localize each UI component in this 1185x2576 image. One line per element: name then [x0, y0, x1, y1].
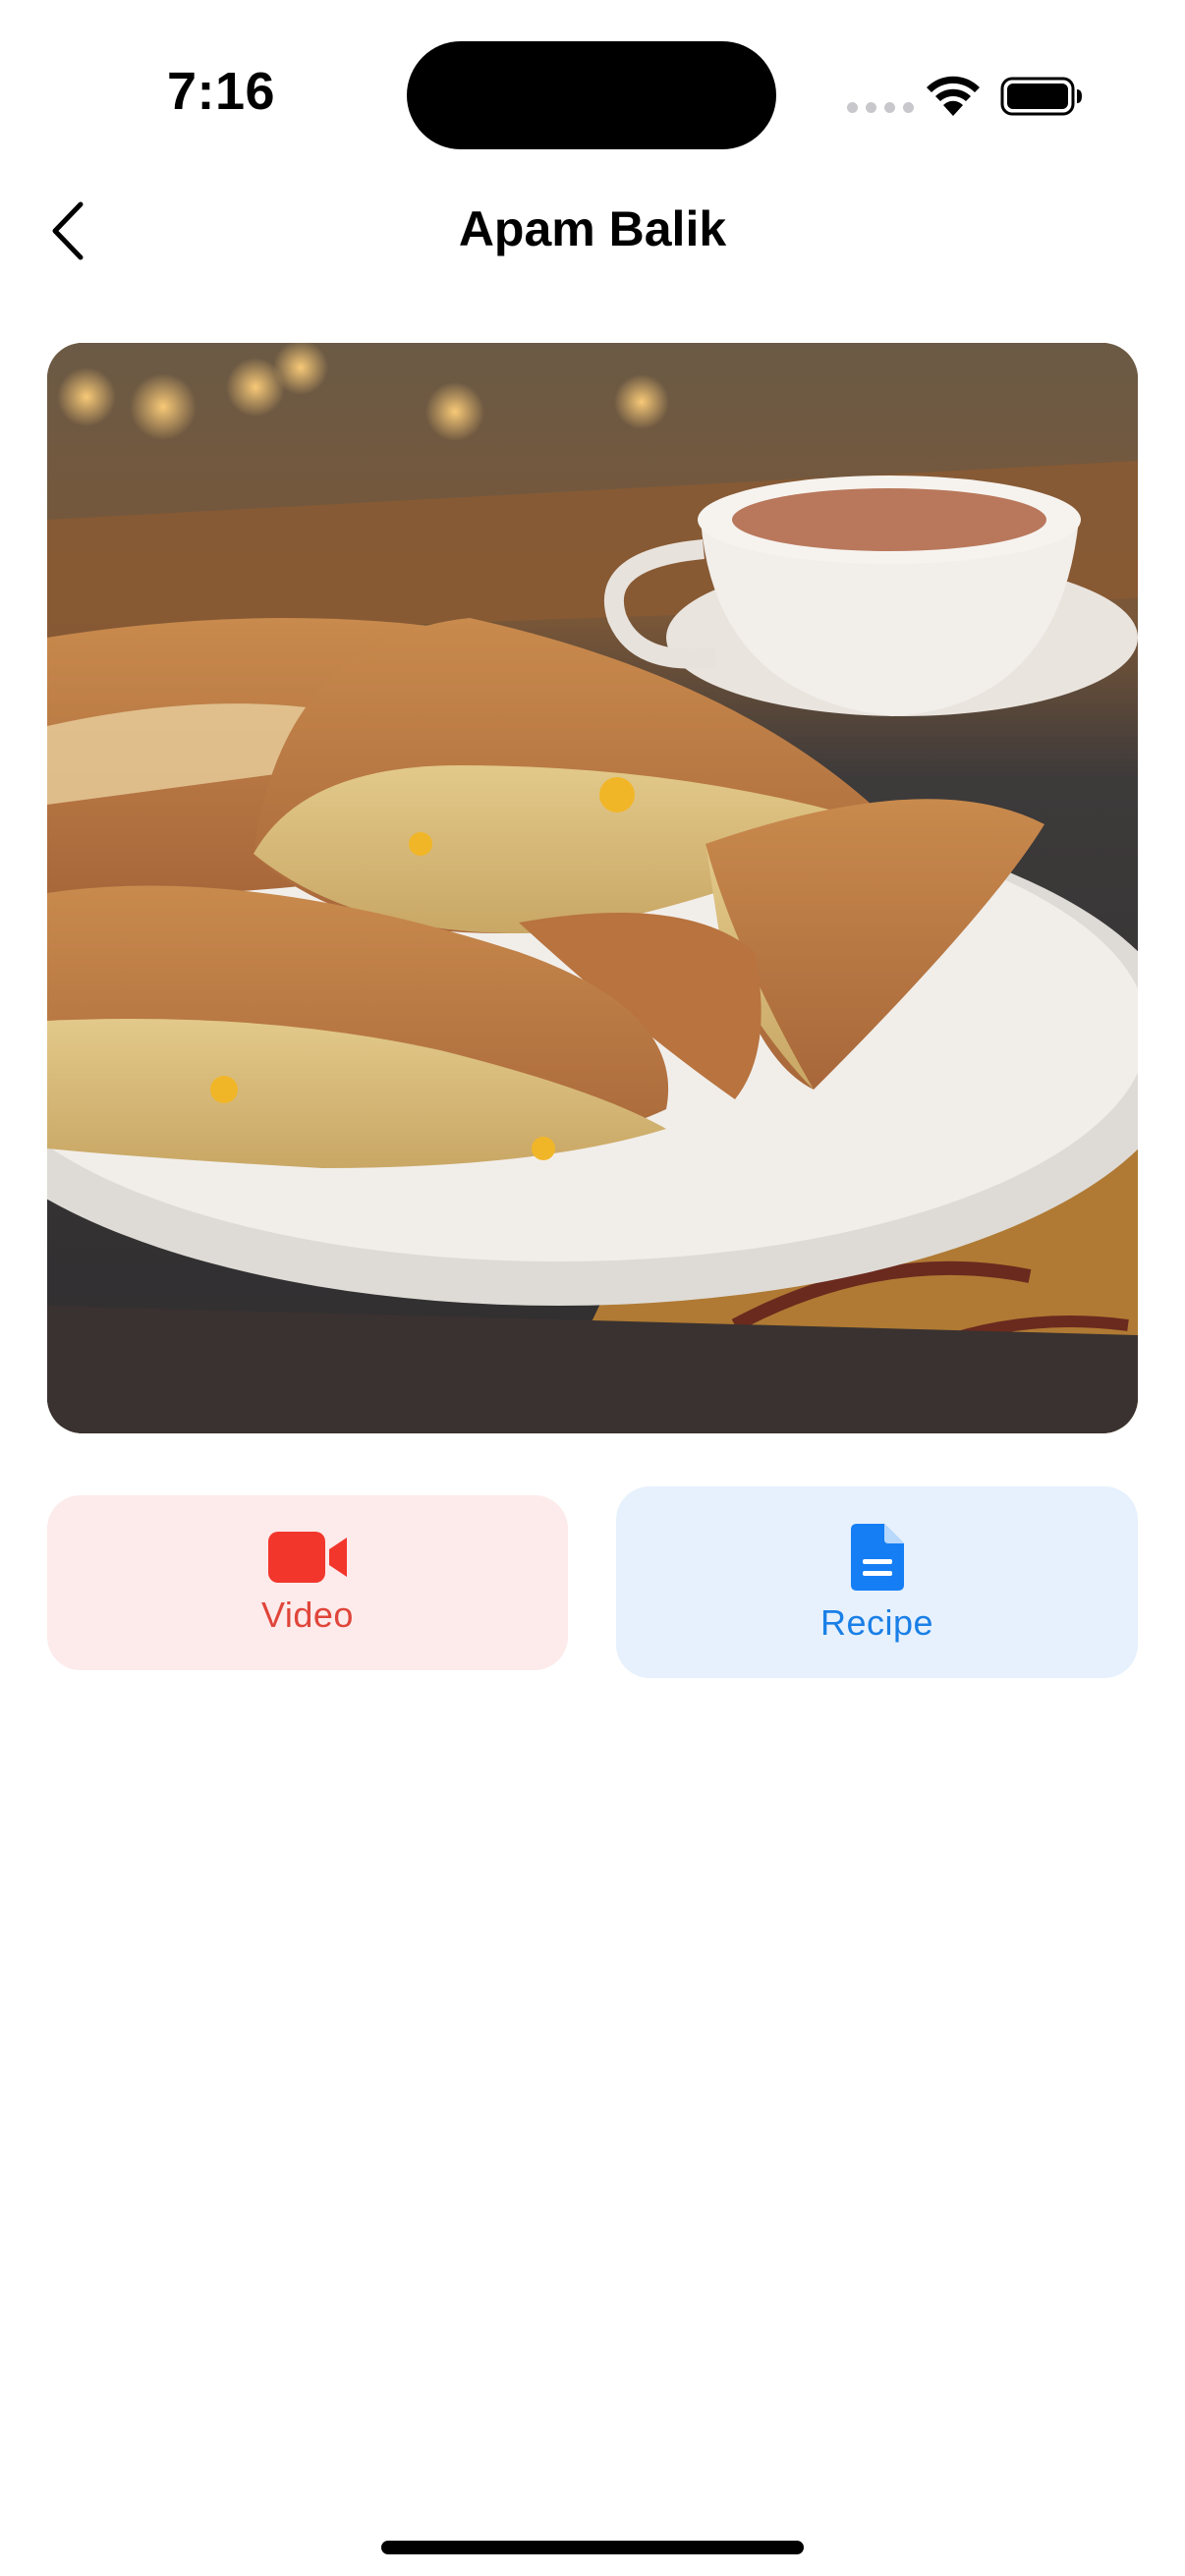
- cellular-signal-icon: [847, 102, 914, 113]
- wifi-icon: [927, 76, 980, 116]
- video-button-label: Video: [261, 1595, 354, 1635]
- document-icon: [850, 1523, 904, 1591]
- battery-icon: [1000, 77, 1082, 116]
- dynamic-island: [407, 41, 776, 149]
- video-button[interactable]: Video: [47, 1495, 568, 1670]
- page-title: Apam Balik: [458, 201, 727, 256]
- video-camera-icon: [268, 1532, 347, 1583]
- status-time: 7:16: [167, 62, 276, 121]
- recipe-button-label: Recipe: [819, 1601, 934, 1643]
- recipe-button[interactable]: Recipe: [616, 1486, 1138, 1678]
- recipe-hero-image: [47, 343, 1138, 1433]
- home-indicator[interactable]: [381, 2541, 804, 2554]
